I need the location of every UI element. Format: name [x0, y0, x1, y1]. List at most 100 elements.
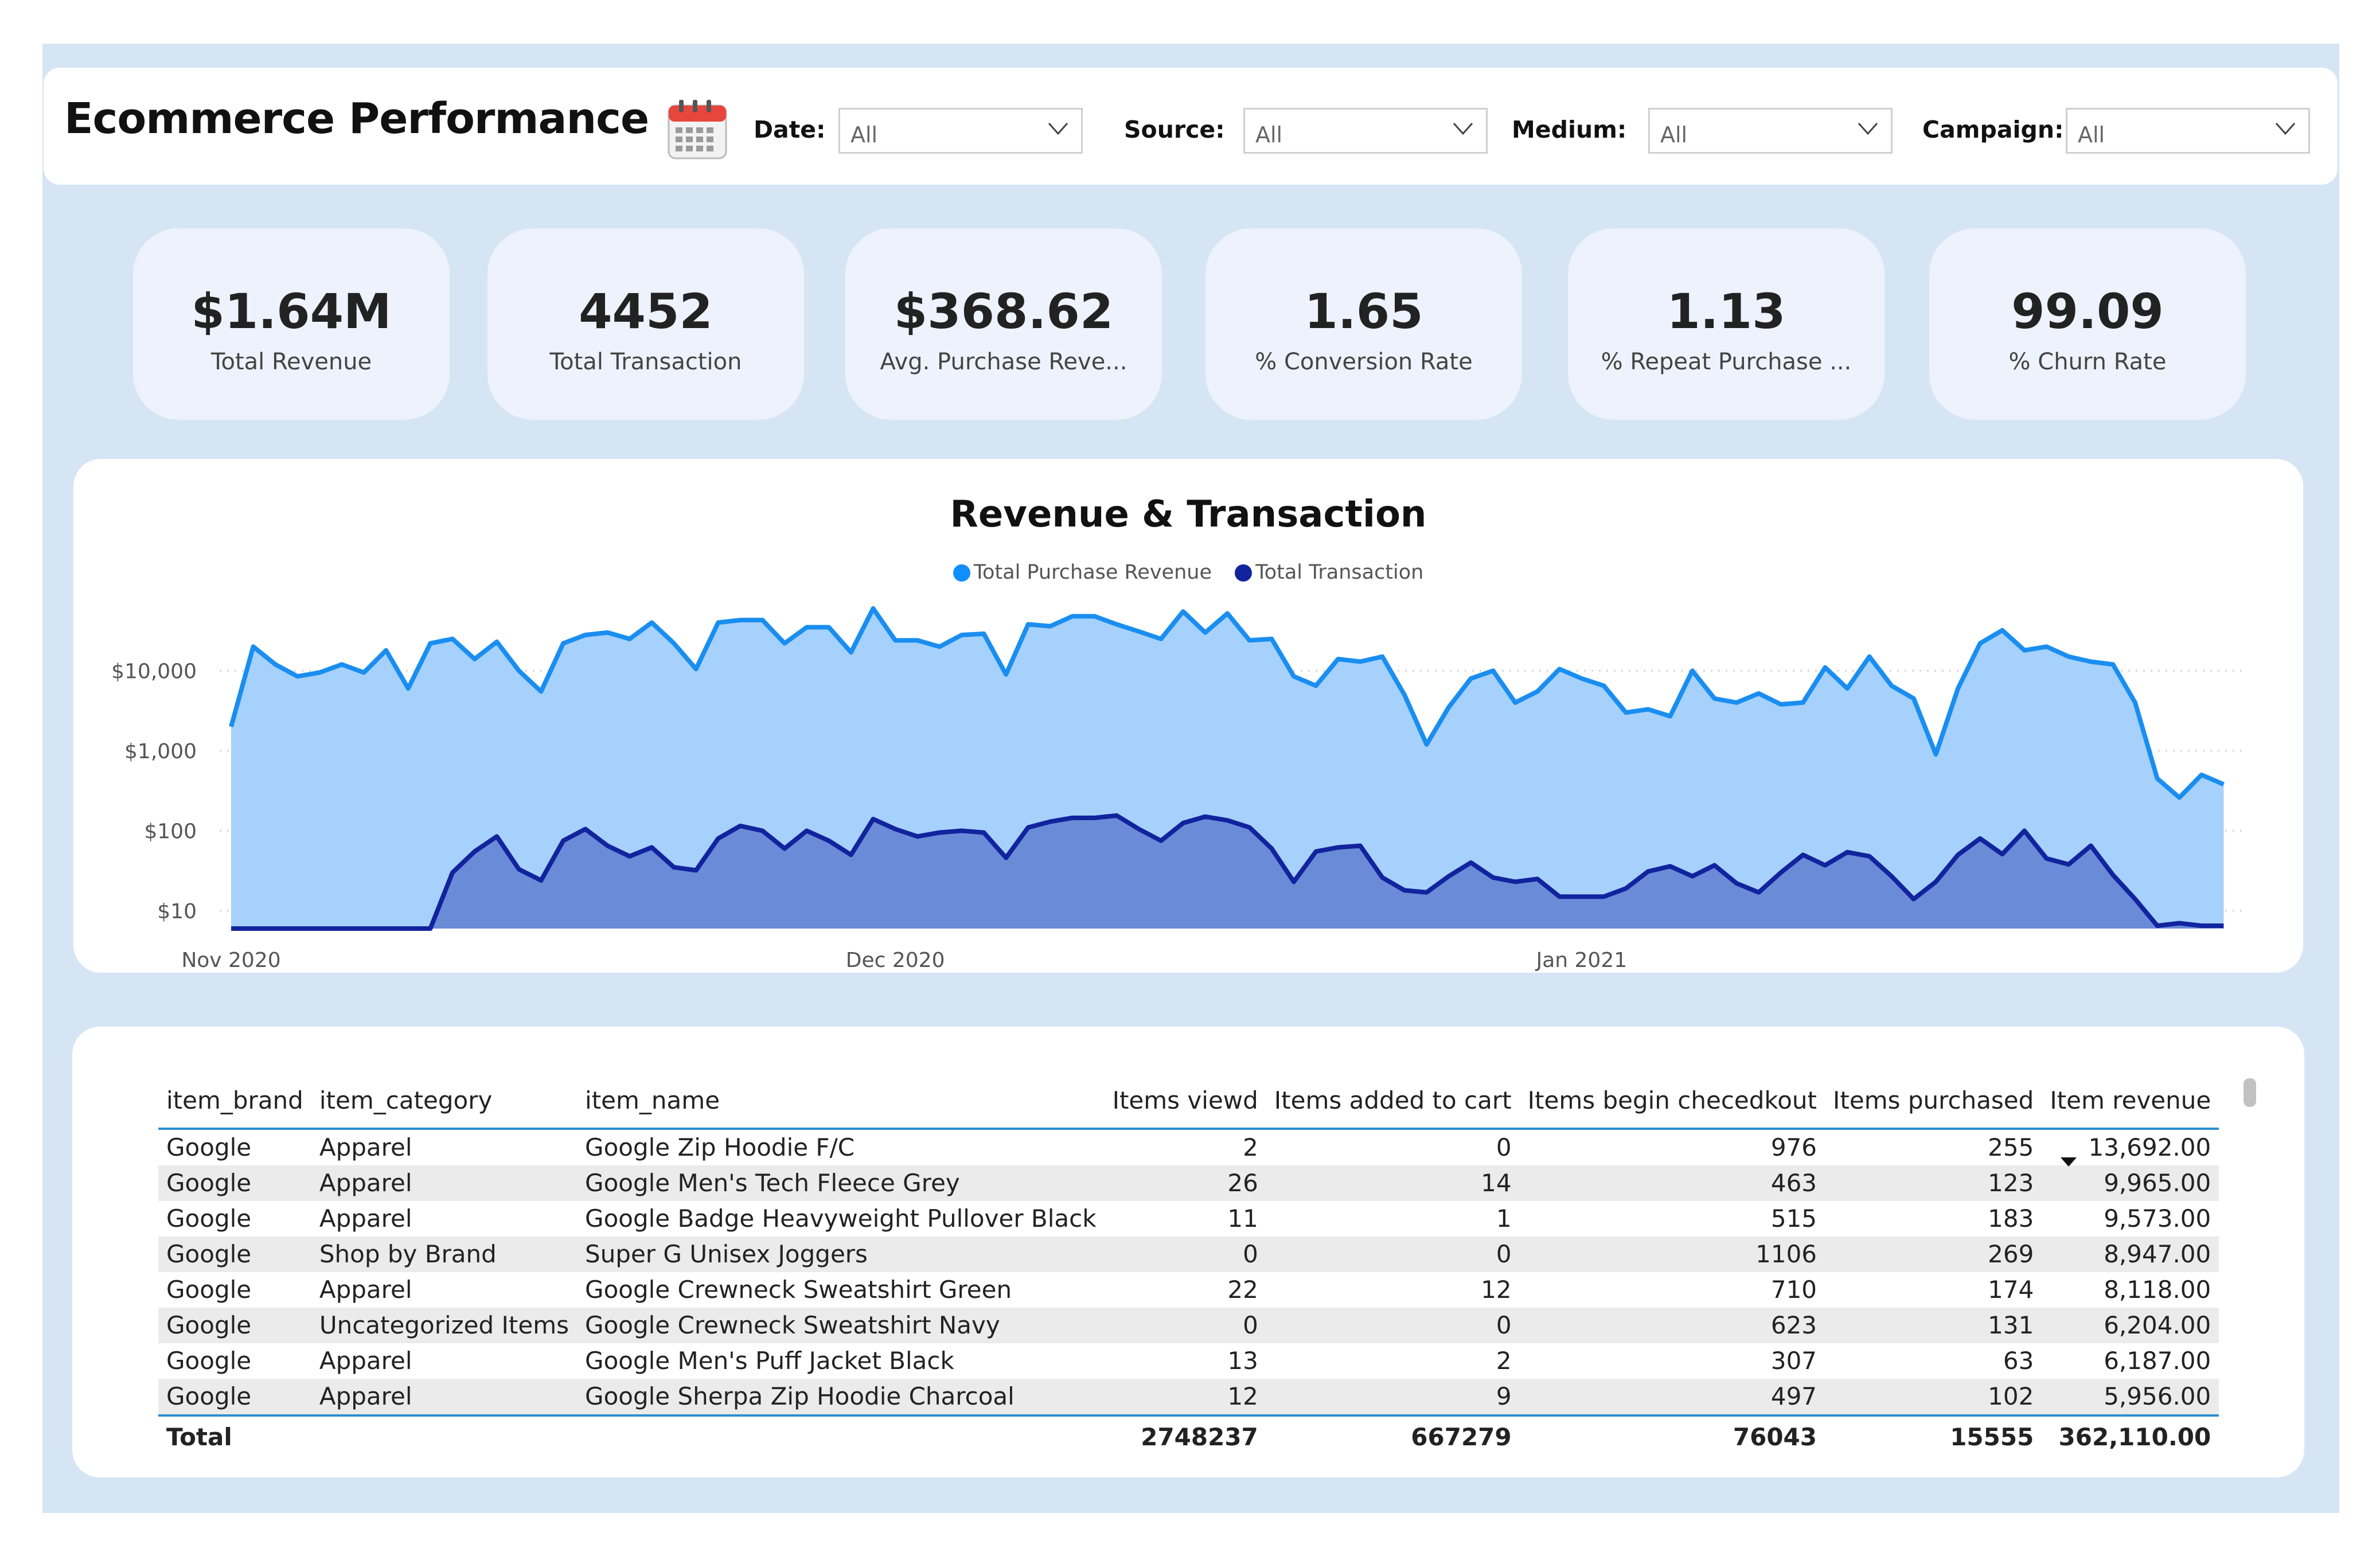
kpi-card-conversion-rate: 1.65 % Conversion Rate	[1205, 228, 1522, 420]
cell-items-viewed: 26	[1227, 1169, 1258, 1197]
kpi-card-repeat-purchase: 1.13 % Repeat Purchase ...	[1568, 228, 1885, 420]
total-items-begin-checkout: 76043	[1733, 1423, 1817, 1451]
cell-items-viewed: 0	[1243, 1311, 1258, 1339]
cell-item-category: Apparel	[319, 1133, 412, 1161]
cell-item-name: Google Crewneck Sweatshirt Navy	[585, 1311, 1000, 1339]
table-row[interactable]: Google Apparel Google Men's Puff Jacket Bl…	[158, 1343, 2219, 1379]
cell-item-name: Super G Unisex Joggers	[585, 1240, 868, 1268]
cell-items-added-to-cart: 1	[1496, 1204, 1512, 1233]
medium-filter-value: All	[1660, 122, 1688, 147]
cell-items-viewed: 11	[1227, 1204, 1258, 1233]
kpi-value: 1.65	[1304, 283, 1423, 340]
kpi-card-total-transaction: 4452 Total Transaction	[487, 228, 804, 420]
campaign-filter-dropdown[interactable]: All	[2066, 108, 2310, 154]
table-row[interactable]: Google Apparel Google Crewneck Sweatshirt …	[158, 1272, 2219, 1308]
cell-items-begin-checkout: 623	[1770, 1311, 1817, 1339]
cell-items-added-to-cart: 14	[1481, 1169, 1512, 1197]
cell-item-revenue: 6,204.00	[2104, 1311, 2211, 1339]
cell-item-revenue: 5,956.00	[2104, 1382, 2211, 1410]
cell-item-category: Apparel	[319, 1204, 412, 1233]
cell-item-name: Google Men's Tech Fleece Grey	[585, 1169, 960, 1197]
cell-item-category: Apparel	[319, 1276, 412, 1304]
cell-items-purchased: 131	[1988, 1311, 2034, 1339]
legend-swatch-transaction	[1235, 564, 1253, 582]
column-header-items-viewed[interactable]: Items viewd	[1105, 1073, 1266, 1129]
item-performance-table-card: item_brand item_category item_name Items…	[72, 1027, 2304, 1477]
date-filter-value: All	[850, 122, 878, 147]
total-items-added-to-cart: 667279	[1411, 1423, 1512, 1451]
table-header-row: item_brand item_category item_name Items…	[158, 1073, 2219, 1129]
x-tick-label: Jan 2021	[1535, 949, 1628, 972]
calendar-icon[interactable]	[665, 98, 729, 162]
cell-item-brand: Google	[166, 1133, 252, 1161]
column-header-item-brand[interactable]: item_brand	[158, 1073, 311, 1129]
column-header-item-revenue[interactable]: Item revenue	[2042, 1073, 2219, 1129]
cell-item-category: Shop by Brand	[319, 1240, 497, 1268]
sort-descending-icon[interactable]	[2061, 1157, 2077, 1167]
total-cell-empty	[311, 1415, 577, 1458]
source-filter-dropdown[interactable]: All	[1243, 108, 1488, 154]
cell-items-purchased: 269	[1988, 1240, 2034, 1268]
cell-item-brand: Google	[166, 1347, 252, 1375]
cell-item-revenue: 9,573.00	[2104, 1204, 2211, 1233]
source-filter-value: All	[1255, 122, 1283, 147]
column-header-item-category[interactable]: item_category	[311, 1073, 577, 1129]
cell-items-purchased: 123	[1988, 1169, 2034, 1197]
table-row[interactable]: Google Uncategorized Items Google Crewneck…	[158, 1308, 2219, 1343]
table-row[interactable]: Google Apparel Google Men's Tech Fleece Gr…	[158, 1165, 2219, 1201]
cell-items-purchased: 63	[2003, 1347, 2034, 1375]
kpi-card-avg-purchase-revenue: $368.62 Avg. Purchase Reve...	[845, 228, 1162, 420]
column-header-item-name[interactable]: item_name	[577, 1073, 1105, 1129]
cell-items-begin-checkout: 710	[1770, 1276, 1817, 1304]
cell-items-added-to-cart: 0	[1496, 1240, 1512, 1268]
y-tick-label: $1,000	[124, 740, 197, 763]
cell-item-brand: Google	[166, 1382, 252, 1410]
cell-item-name: Google Badge Heavyweight Pullover Black	[585, 1204, 1097, 1233]
table-row[interactable]: Google Apparel Google Badge Heavyweight Pu…	[158, 1201, 2219, 1237]
table-row[interactable]: Google Apparel Google Zip Hoodie F/C 2 0 976 2…	[158, 1129, 2219, 1165]
chevron-down-icon	[2275, 123, 2296, 135]
cell-items-viewed: 22	[1227, 1276, 1258, 1304]
table-row[interactable]: Google Shop by Brand Super G Unisex Jogger…	[158, 1237, 2219, 1272]
kpi-value: 1.13	[1667, 283, 1786, 340]
total-item-revenue: 362,110.00	[2058, 1423, 2211, 1451]
table-row[interactable]: Google Apparel Google Sherpa Zip Hoodie Ch…	[158, 1379, 2219, 1415]
kpi-card-total-revenue: $1.64M Total Revenue	[133, 228, 450, 420]
cell-items-begin-checkout: 1106	[1755, 1240, 1817, 1268]
revenue-transaction-chart: $10 $100 $1,000 $10,000 Nov 2020 Dec 2020 Jan …	[111, 606, 2246, 972]
cell-items-added-to-cart: 9	[1496, 1382, 1512, 1410]
legend-swatch-revenue	[953, 564, 970, 582]
cell-item-brand: Google	[166, 1169, 252, 1197]
cell-item-category: Apparel	[319, 1347, 412, 1375]
campaign-filter-value: All	[2078, 122, 2105, 147]
cell-items-added-to-cart: 2	[1496, 1347, 1512, 1375]
column-header-items-purchased[interactable]: Items purchased	[1825, 1073, 2042, 1129]
cell-items-purchased: 183	[1988, 1204, 2034, 1233]
table-body: Google Apparel Google Zip Hoodie F/C 2 0 976 2…	[158, 1129, 2219, 1415]
date-filter-dropdown[interactable]: All	[838, 108, 1083, 154]
kpi-label: Avg. Purchase Reve...	[880, 349, 1127, 375]
cell-item-name: Google Sherpa Zip Hoodie Charcoal	[585, 1382, 1015, 1410]
chevron-down-icon	[1858, 123, 1878, 135]
legend-label-transaction: Total Transaction	[1255, 561, 1424, 584]
cell-items-begin-checkout: 976	[1770, 1133, 1817, 1161]
item-performance-table: item_brand item_category item_name Items…	[158, 1073, 2219, 1458]
campaign-filter-label: Campaign:	[1922, 116, 2064, 143]
cell-items-begin-checkout: 497	[1770, 1382, 1817, 1410]
total-label: Total	[166, 1423, 232, 1451]
legend-label-revenue: Total Purchase Revenue	[973, 561, 1212, 584]
cell-item-category: Apparel	[319, 1382, 412, 1410]
table-scrollbar-thumb[interactable]	[2244, 1078, 2256, 1107]
total-cell-empty	[577, 1415, 1105, 1458]
column-header-items-added-to-cart[interactable]: Items added to cart	[1266, 1073, 1520, 1129]
kpi-label: % Churn Rate	[2008, 349, 2167, 375]
medium-filter-dropdown[interactable]: All	[1648, 108, 1893, 154]
cell-items-purchased: 174	[1988, 1276, 2034, 1304]
column-header-items-begin-checkout[interactable]: Items begin checedkout	[1520, 1073, 1825, 1129]
kpi-label: Total Revenue	[210, 349, 372, 375]
chart-legend: Total Purchase Revenue Total Transaction	[73, 561, 2303, 584]
kpi-card-churn-rate: 99.09 % Churn Rate	[1929, 228, 2246, 420]
cell-item-revenue: 9,965.00	[2104, 1169, 2211, 1197]
dashboard-canvas: Ecommerce Performance Date: All Source: …	[42, 44, 2339, 1513]
source-filter-label: Source:	[1124, 116, 1225, 143]
